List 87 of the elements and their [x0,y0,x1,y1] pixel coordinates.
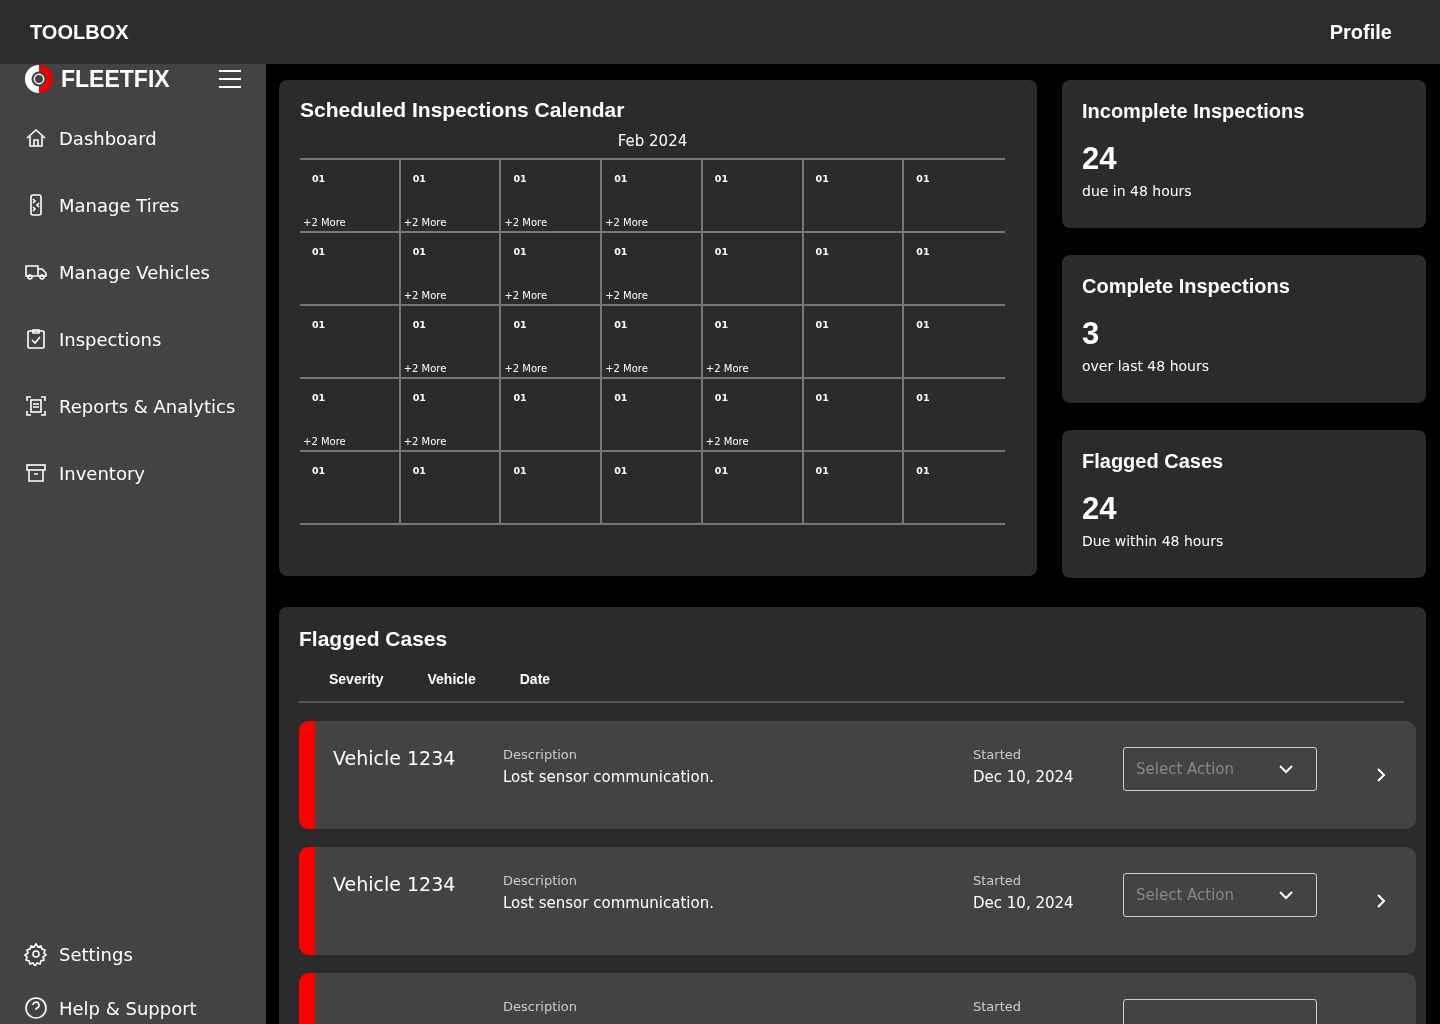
month-label: Feb 2024 [616,132,689,150]
field-label: Started [973,747,1022,762]
case-row[interactable]: Vehicle 1234 Description Lost sensor communication. Started Dec 10, 2024 Select Action [299,721,1416,829]
date-text: Dec 10, 2024 [973,894,1075,912]
nav-item[interactable]: Reports & Analytics [24,394,242,418]
calendar-day[interactable]: 01 +2 More [400,233,502,304]
calendar-day[interactable]: 01 [904,160,1005,231]
card-title: Flagged Cases [299,627,449,651]
nav-item[interactable]: Inspections [24,327,242,351]
stat-title: Complete Inspections [1082,275,1291,298]
calendar-day[interactable]: 01 [300,306,401,377]
menu-icon[interactable] [218,69,242,89]
field-label: Description [503,747,579,762]
stat-caption: Due within 48 hours [1082,533,1225,549]
calendar-day[interactable]: 01 +2 More [400,160,502,231]
stat-caption: due in 48 hours [1082,183,1193,199]
calendar-day[interactable]: 01 +2 More [501,233,603,304]
calendar-day[interactable]: 01 [501,379,603,450]
nav-item[interactable]: Manage Tires [24,193,242,217]
field-label: Description [503,873,579,888]
vehicle-name: Vehicle 1234 [333,873,456,895]
calendar-day[interactable]: 01 +2 More [501,160,603,231]
app-title: TOOLBOX [30,20,129,44]
chevron-down-icon [1278,890,1294,900]
calendar-day[interactable]: 01 +2 More [501,306,603,377]
chevron-right-icon[interactable] [1376,893,1386,909]
archive-icon [24,461,48,485]
calendar-day[interactable]: 01 [602,452,703,523]
field-label: Description [503,999,579,1014]
stat-value: 24 [1082,491,1118,527]
calendar-day[interactable]: 01 [702,160,804,231]
settings-icon [24,942,48,966]
calendar-day[interactable]: 01 [501,452,603,523]
calendar-day[interactable]: 01 [803,379,905,450]
nav-item[interactable]: Manage Vehicles [24,260,242,284]
nav-item[interactable]: Help & Support [24,996,242,1020]
description-text: Lost sensor communication. [503,894,715,912]
stat-caption: over last 48 hours [1082,358,1210,374]
profile-link[interactable]: Profile [1329,20,1392,44]
calendar-day[interactable]: 01 +2 More [400,306,502,377]
brand-name: FLEETFIX [61,65,170,93]
vehicle-name: Vehicle 1234 [333,747,456,769]
calendar-day[interactable]: 01 [702,452,804,523]
chevron-right-icon[interactable] [1376,767,1386,783]
stat-title: Incomplete Inspections [1082,100,1306,123]
clipboard-icon [24,327,48,351]
calendar-day[interactable]: 01 +2 More [300,379,401,450]
calendar-day[interactable]: 01 [300,233,401,304]
calendar-day[interactable]: 01 +2 More [702,306,804,377]
calendar-day[interactable]: 01 [904,233,1005,304]
calendar-day[interactable]: 01 [904,306,1005,377]
field-label: Started [973,873,1022,888]
calendar-day[interactable]: 01 [803,452,905,523]
calendar-day[interactable]: 01 +2 More [602,160,703,231]
calendar-day[interactable]: 01 [602,379,703,450]
case-row[interactable]: Description Started [299,973,1416,1024]
stat-title: Flagged Cases [1082,450,1225,473]
calendar-day[interactable]: 01 [803,160,905,231]
calendar-day[interactable]: 01 +2 More [400,379,502,450]
calendar-day[interactable]: 01 [702,233,804,304]
stat-value: 24 [1082,141,1118,177]
calendar-day[interactable]: 01 [803,306,905,377]
date-text: Dec 10, 2024 [973,768,1075,786]
column-header[interactable]: Vehicle [427,671,476,687]
nav-item[interactable]: Settings [24,942,242,966]
case-row[interactable]: Vehicle 1234 Description Lost sensor communication. Started Dec 10, 2024 Select Action [299,847,1416,955]
nav-item[interactable]: Dashboard [24,126,242,150]
calendar-day[interactable]: 01 [400,452,502,523]
field-label: Started [973,999,1022,1014]
calendar-day[interactable]: 01 +2 More [300,160,401,231]
column-header[interactable]: Severity [329,671,384,687]
help-icon [24,996,48,1020]
chevron-down-icon [1278,764,1294,774]
column-header[interactable]: Date [519,671,551,687]
document-icon [24,394,48,418]
calendar-day[interactable]: 01 [904,379,1005,450]
calendar-day[interactable]: 01 [904,452,1005,523]
card-title: Scheduled Inspections Calendar [300,98,626,122]
calendar-day[interactable]: 01 [300,452,401,523]
calendar-day[interactable]: 01 +2 More [602,233,703,304]
nav-item[interactable]: Inventory [24,461,242,485]
calendar-day[interactable]: 01 +2 More [702,379,804,450]
stat-value: 3 [1082,316,1101,352]
calendar-day[interactable]: 01 +2 More [602,306,703,377]
home-icon [24,126,48,150]
description-text: Lost sensor communication. [503,768,715,786]
calendar-day[interactable]: 01 [803,233,905,304]
